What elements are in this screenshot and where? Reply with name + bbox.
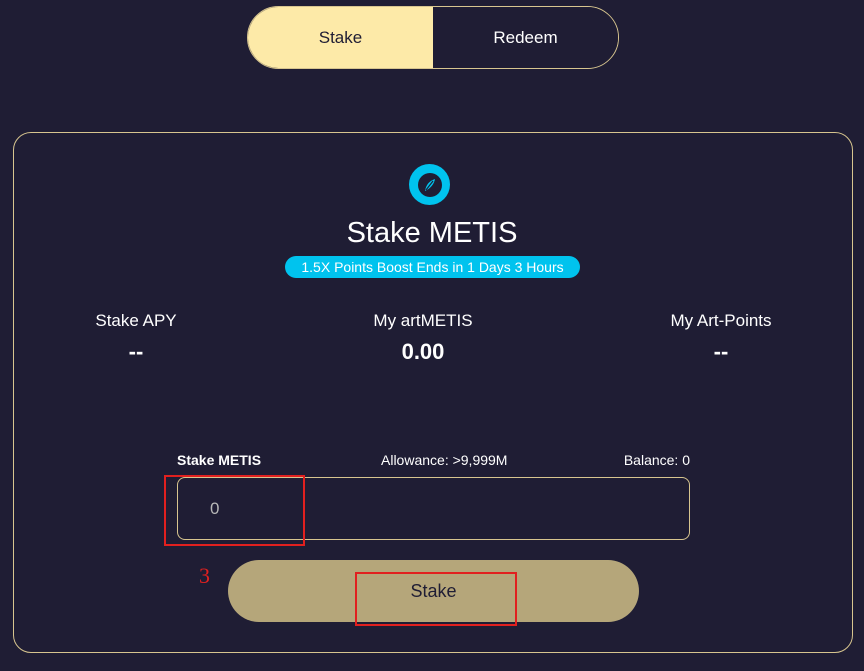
stat-value: -- (128, 339, 144, 364)
tab-redeem[interactable]: Redeem (433, 7, 618, 68)
tab-stake[interactable]: Stake (248, 7, 433, 68)
stake-redeem-toggle: Stake Redeem (247, 6, 619, 69)
stat-label: My Art-Points (670, 311, 772, 330)
step-number-annotation: 3 (199, 563, 210, 588)
stat-stake-apy: Stake APY -- (36, 311, 236, 365)
page-title: Stake METIS (346, 217, 518, 249)
stake-input-label: Stake METIS (177, 452, 262, 468)
stat-value: 0.00 (401, 339, 445, 364)
stat-label: My artMETIS (373, 311, 473, 330)
points-boost-badge: 1.5X Points Boost Ends in 1 Days 3 Hours (285, 256, 580, 278)
stat-label: Stake APY (95, 311, 177, 330)
stat-my-artmetis: My artMETIS 0.00 (323, 311, 523, 365)
allowance-text: Allowance: >9,999M (381, 452, 508, 468)
metis-leaf-icon (409, 164, 450, 205)
stat-my-art-points: My Art-Points -- (621, 311, 821, 365)
balance-text: Balance: 0 (623, 452, 690, 468)
stake-amount-field[interactable] (177, 477, 690, 540)
stake-amount-input[interactable] (208, 498, 672, 520)
stake-button[interactable]: Stake (228, 560, 639, 622)
stat-value: -- (713, 339, 729, 364)
